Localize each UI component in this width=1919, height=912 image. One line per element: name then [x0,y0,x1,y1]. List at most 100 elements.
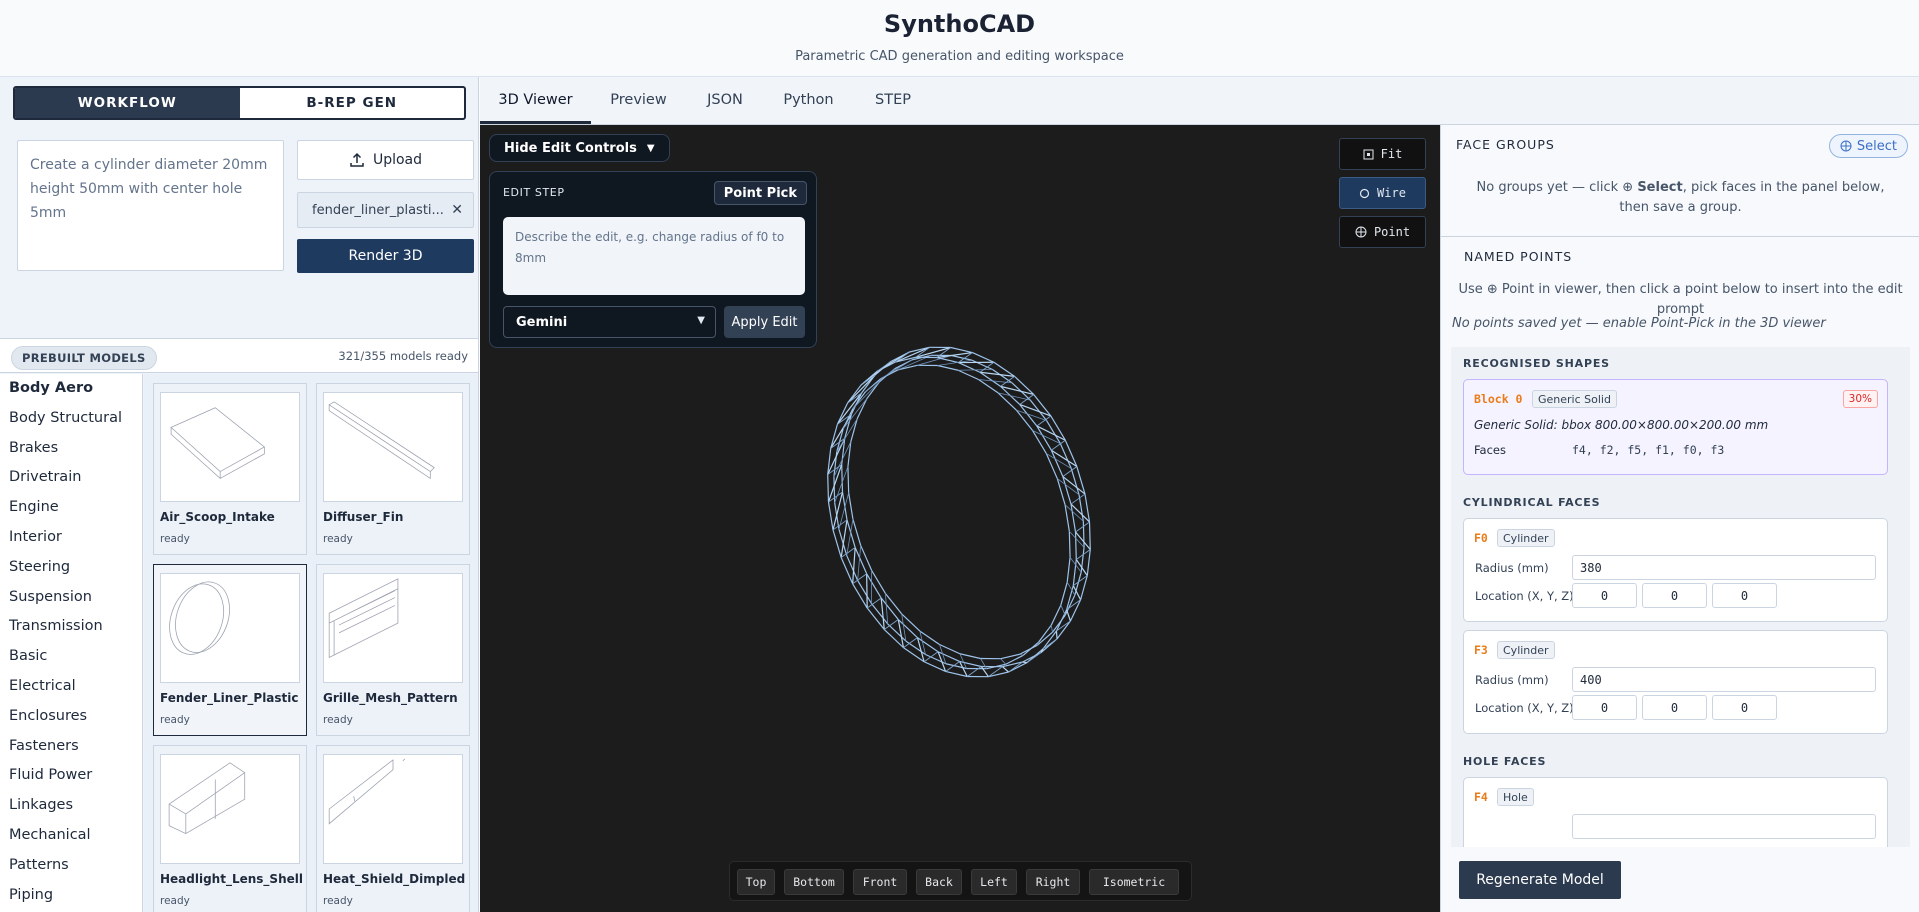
wire-edge [847,466,850,493]
divider [1441,236,1919,237]
select-label: Select [1856,138,1897,154]
wire-edge [1086,549,1091,576]
tab-step[interactable]: STEP [853,77,933,124]
location-z-input[interactable]: 0 [1712,695,1777,720]
3d-viewer[interactable]: Hide Edit Controls ▼ EDIT STEP Point Pic… [480,125,1440,912]
wire-edge [945,670,968,678]
chevron-down-icon: ▼ [697,315,705,326]
wire-toggle[interactable]: Wire [1339,177,1426,209]
view-bottom-button[interactable]: Bottom [784,869,844,895]
recognised-shapes-scroll[interactable]: RECOGNISED SHAPES Block 0 Generic Solid … [1451,347,1910,847]
category-item[interactable]: Mechanical [0,821,142,851]
location-label: Location (X, Y, Z) [1475,701,1574,715]
model-card[interactable]: Air_Scoop_Intake ready [153,383,307,555]
caret-down-icon: ▼ [646,142,655,154]
model-card[interactable]: Headlight_Lens_Shell ready [153,745,307,912]
wire-edge [959,660,982,668]
category-item[interactable]: Brakes [0,434,142,464]
face-tag: F4 [1474,790,1488,804]
render-3d-button[interactable]: Render 3D [297,239,474,273]
face-tag: F0 [1474,531,1488,545]
category-item[interactable]: Piping [0,881,142,911]
view-front-button[interactable]: Front [853,869,907,895]
category-item[interactable]: Suspension [0,583,142,613]
block-shape-card[interactable]: Block 0 Generic Solid 30% Generic Solid:… [1463,379,1888,475]
wire-edge [1056,478,1066,505]
wire-edge [866,607,885,630]
cylinder-face-card[interactable]: F0 Cylinder Radius (mm) 380 Location (X,… [1463,518,1888,622]
category-item[interactable]: Patterns [0,851,142,881]
upload-button[interactable]: Upload [297,140,474,180]
mode-workflow-button[interactable]: WORKFLOW [15,88,240,118]
model-card[interactable]: Heat_Shield_Dimpled ready [316,745,470,912]
tab-3d-viewer[interactable]: 3D Viewer [480,77,591,124]
model-card-selected[interactable]: Fender_Liner_Plastic ready [153,564,307,736]
category-item[interactable]: Body Structural [0,404,142,434]
select-faces-button[interactable]: Select [1828,134,1908,158]
prompt-input[interactable]: Create a cylinder diameter 20mm height 5… [17,140,284,271]
category-item[interactable]: Engine [0,493,142,523]
tab-preview[interactable]: Preview [591,77,686,124]
category-item[interactable]: Fluid Power [0,761,142,791]
category-item[interactable]: Interior [0,523,142,553]
location-y-input[interactable]: 0 [1642,583,1707,608]
view-tabbar: 3D Viewer Preview JSON Python STEP [480,77,1919,125]
location-y-input[interactable]: 0 [1642,695,1707,720]
regenerate-model-button[interactable]: Regenerate Model [1459,861,1621,899]
radius-input[interactable] [1572,814,1876,839]
prebuilt-models-label[interactable]: PREBUILT MODELS [11,346,157,370]
wire-edge [846,555,859,581]
view-top-button[interactable]: Top [737,869,775,895]
category-item[interactable]: Linkages [0,791,142,821]
location-x-input[interactable]: 0 [1572,583,1637,608]
point-pick-button[interactable]: Point Pick [713,181,807,205]
tab-json[interactable]: JSON [686,77,764,124]
view-presets-bar: Top Bottom Front Back Left Right Isometr… [729,861,1192,901]
wire-edge [958,369,993,371]
model-status: ready [323,895,353,907]
hole-face-card[interactable]: F4 Hole [1463,777,1888,847]
view-left-button[interactable]: Left [971,869,1017,895]
wire-edge [972,351,995,363]
hide-edit-controls-label: Hide Edit Controls [504,140,637,156]
category-item[interactable]: Drivetrain [0,463,142,493]
wire-edge [939,643,961,655]
point-toggle[interactable]: Point [1339,216,1426,248]
model-card[interactable]: Diffuser_Fin ready [316,383,470,555]
wire-edge [959,653,981,660]
fit-button[interactable]: Fit [1339,138,1426,170]
wire-edge [871,570,886,594]
wire-edge [1066,609,1071,622]
wireframe-ring-model[interactable] [800,305,1120,705]
radius-input[interactable]: 380 [1572,555,1876,580]
view-right-button[interactable]: Right [1026,869,1080,895]
wire-edge [880,597,885,630]
wire-edge [887,623,907,642]
view-isometric-button[interactable]: Isometric [1089,869,1179,895]
llm-model-select[interactable]: Gemini ▼ [503,306,716,338]
mode-brep-gen-button[interactable]: B-REP GEN [240,88,465,118]
wire-edge [1070,468,1080,495]
category-item[interactable]: Steering [0,553,142,583]
wire-edge [979,361,995,373]
category-item[interactable]: Fasteners [0,732,142,762]
cylinder-face-card[interactable]: F3 Cylinder Radius (mm) 400 Location (X,… [1463,630,1888,734]
edit-prompt-input[interactable]: Describe the edit, e.g. change radius of… [503,217,805,295]
category-item[interactable]: Transmission [0,612,142,642]
close-icon[interactable]: ✕ [451,202,463,218]
model-card[interactable]: Grille_Mesh_Pattern ready [316,564,470,736]
hide-edit-controls-button[interactable]: Hide Edit Controls ▼ [489,134,670,162]
tab-python[interactable]: Python [764,77,853,124]
view-back-button[interactable]: Back [916,869,962,895]
wire-edge [1055,630,1058,639]
apply-edit-button[interactable]: Apply Edit [724,306,805,338]
category-item[interactable]: Basic [0,642,142,672]
location-z-input[interactable]: 0 [1712,583,1777,608]
category-item[interactable]: Enclosures [0,702,142,732]
category-item[interactable]: Electrical [0,672,142,702]
named-points-title: NAMED POINTS [1464,249,1573,264]
location-x-input[interactable]: 0 [1572,695,1637,720]
wire-edge [850,418,858,442]
category-item[interactable]: Body Aero [0,374,142,404]
radius-input[interactable]: 400 [1572,667,1876,692]
